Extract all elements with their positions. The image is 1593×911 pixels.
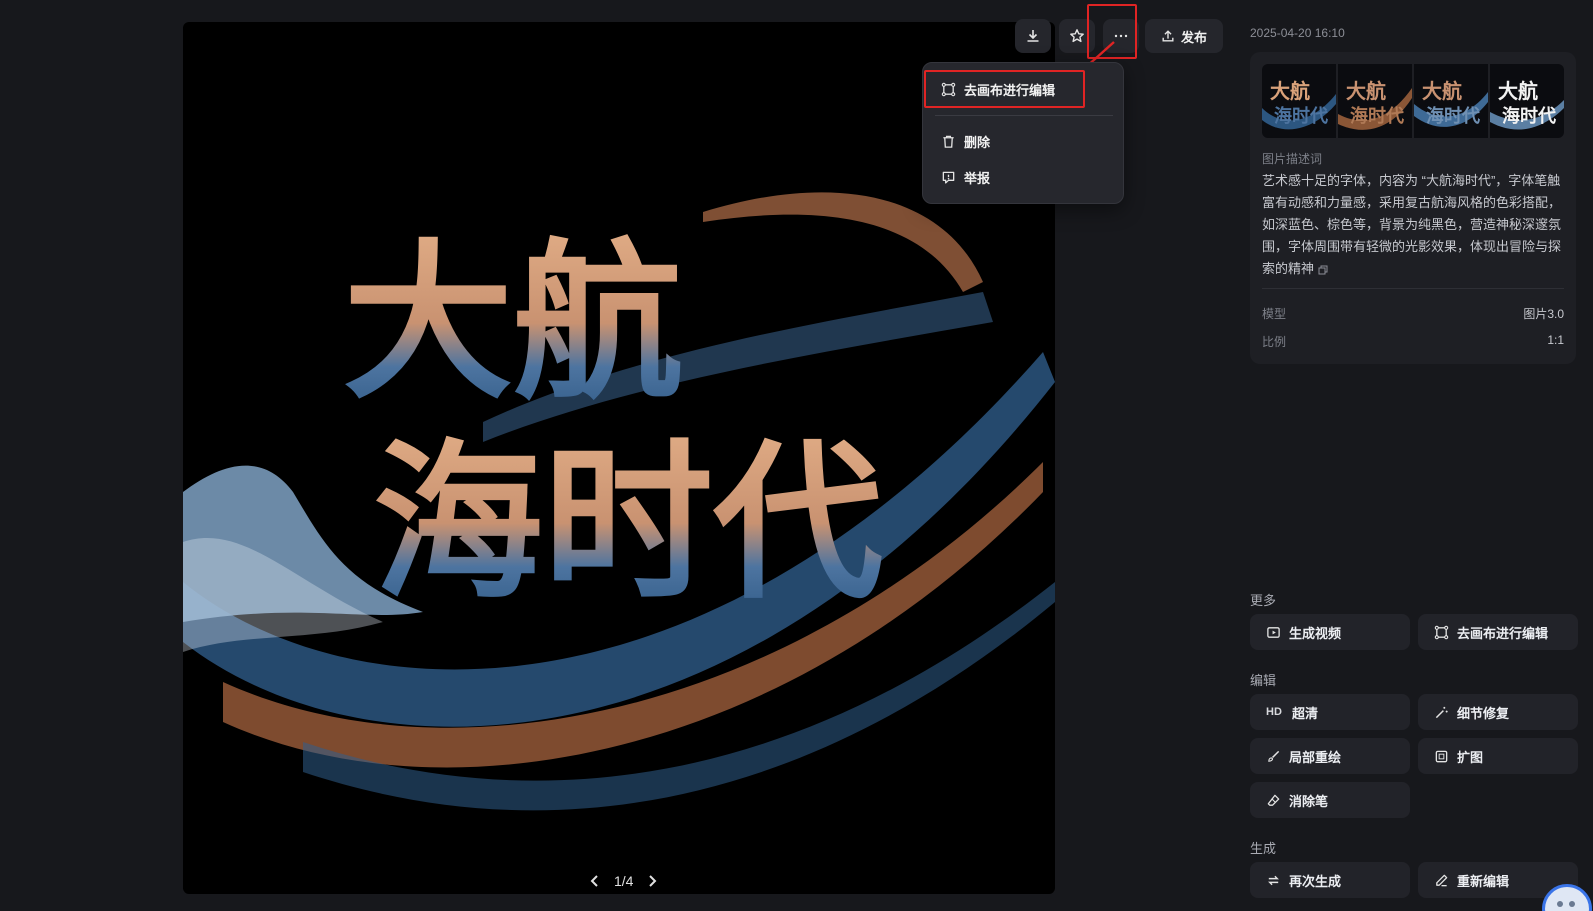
pager-label: 1/4 xyxy=(614,873,634,889)
button-label: 消除笔 xyxy=(1289,793,1329,809)
download-icon xyxy=(1027,30,1039,42)
eraser-button[interactable]: 消除笔 xyxy=(1250,782,1410,818)
button-label: 局部重绘 xyxy=(1289,749,1342,765)
menu-divider xyxy=(935,115,1113,116)
menu-item-report[interactable]: 举报 xyxy=(931,161,1117,193)
thumbnail-3[interactable]: 大航 海时代 xyxy=(1414,64,1488,138)
button-label: 细节修复 xyxy=(1457,705,1510,721)
menu-item-label: 删除 xyxy=(964,134,991,150)
svg-text:海时代: 海时代 xyxy=(1502,105,1556,127)
section-title-edit: 编辑 xyxy=(1250,673,1277,688)
brush-icon xyxy=(1268,750,1280,762)
copy-icon[interactable] xyxy=(1318,265,1328,275)
prompt-label: 图片描述词 xyxy=(1262,152,1323,166)
meta-row-model: 模型 图片3.0 xyxy=(1262,305,1564,322)
thumbnail-1[interactable]: 大航 海时代 xyxy=(1262,64,1336,138)
download-button[interactable] xyxy=(1015,19,1051,53)
video-icon xyxy=(1267,626,1280,638)
meta-value: 1:1 xyxy=(1547,333,1564,347)
meta-row-ratio: 比例 1:1 xyxy=(1262,333,1564,350)
publish-button[interactable]: 发布 xyxy=(1145,19,1223,53)
chevron-left-icon[interactable] xyxy=(588,874,602,888)
meta-key: 比例 xyxy=(1262,335,1287,349)
report-icon xyxy=(942,171,955,184)
avatar-eye xyxy=(1557,901,1563,907)
regenerate-button[interactable]: 再次生成 xyxy=(1250,862,1410,898)
image-info-card: 大航 海时代 大航 海时代 大航 海时代 大航 海时代 图片描述词 艺术感十足的字体，内… xyxy=(1250,52,1576,364)
svg-text:大航: 大航 xyxy=(1270,79,1310,103)
artwork-line-1: 大航 xyxy=(343,223,683,423)
pencil-icon xyxy=(1436,874,1448,886)
thumbnail-strip: 大航 海时代 大航 海时代 大航 海时代 大航 海时代 xyxy=(1262,64,1564,138)
button-label: 生成视频 xyxy=(1289,625,1342,641)
upload-icon xyxy=(1162,30,1174,42)
menu-item-delete[interactable]: 删除 xyxy=(931,125,1117,157)
prompt-text-content: 艺术感十足的字体，内容为 “大航海时代”，字体笔触富有动感和力量感，采用复古航海… xyxy=(1262,173,1562,276)
image-pager: 1/4 xyxy=(588,873,659,889)
expand-icon xyxy=(1435,750,1448,762)
detail-repair-button[interactable]: 细节修复 xyxy=(1418,694,1578,730)
inpaint-button[interactable]: 局部重绘 xyxy=(1250,738,1410,774)
chevron-right-icon[interactable] xyxy=(645,874,659,888)
svg-text:海时代: 海时代 xyxy=(1426,105,1480,127)
svg-text:海时代: 海时代 xyxy=(1350,105,1404,127)
meta-value: 图片3.0 xyxy=(1523,307,1564,321)
trash-icon xyxy=(943,135,954,148)
button-label: 再次生成 xyxy=(1289,873,1342,889)
timestamp: 2025-04-20 16:10 xyxy=(1250,26,1345,40)
card-divider xyxy=(1262,288,1564,289)
menu-item-label: 举报 xyxy=(964,170,991,186)
button-label: 重新编辑 xyxy=(1457,873,1510,889)
section-title-more: 更多 xyxy=(1250,593,1277,608)
image-viewer-stage: 大航 海时代 1/4 发布 去画布进行编辑 删除 举报 xyxy=(0,0,1228,911)
magic-wand-icon xyxy=(1435,706,1448,718)
prompt-text: 艺术感十足的字体，内容为 “大航海时代”，字体笔触富有动感和力量感，采用复古航海… xyxy=(1262,170,1566,280)
artwork-line-2: 海时代 xyxy=(373,423,883,623)
svg-text:大航: 大航 xyxy=(1346,79,1386,103)
canvas-edit-button[interactable]: 去画布进行编辑 xyxy=(1418,614,1578,650)
eraser-icon xyxy=(1267,794,1280,806)
upscale-hd-button[interactable]: HD 超清 xyxy=(1250,694,1410,730)
canvas-edit-icon xyxy=(1434,625,1449,639)
svg-text:大航: 大航 xyxy=(1498,79,1538,103)
thumbnail-4[interactable]: 大航 海时代 xyxy=(1490,64,1564,138)
section-title-generate: 生成 xyxy=(1250,841,1277,856)
regenerate-icon xyxy=(1268,875,1279,885)
button-label: 去画布进行编辑 xyxy=(1457,625,1549,641)
thumbnail-2[interactable]: 大航 海时代 xyxy=(1338,64,1412,138)
svg-text:大航: 大航 xyxy=(1422,79,1462,103)
button-label: 扩图 xyxy=(1457,749,1484,765)
meta-key: 模型 xyxy=(1262,307,1287,321)
hd-icon: HD xyxy=(1266,706,1282,718)
avatar-eye xyxy=(1569,901,1575,907)
publish-label: 发布 xyxy=(1180,29,1207,45)
generate-video-button[interactable]: 生成视频 xyxy=(1250,614,1410,650)
svg-text:海时代: 海时代 xyxy=(1274,105,1328,127)
button-label: 超清 xyxy=(1292,705,1319,721)
outpaint-button[interactable]: 扩图 xyxy=(1418,738,1578,774)
annotation-highlight-menu-item xyxy=(924,70,1085,108)
